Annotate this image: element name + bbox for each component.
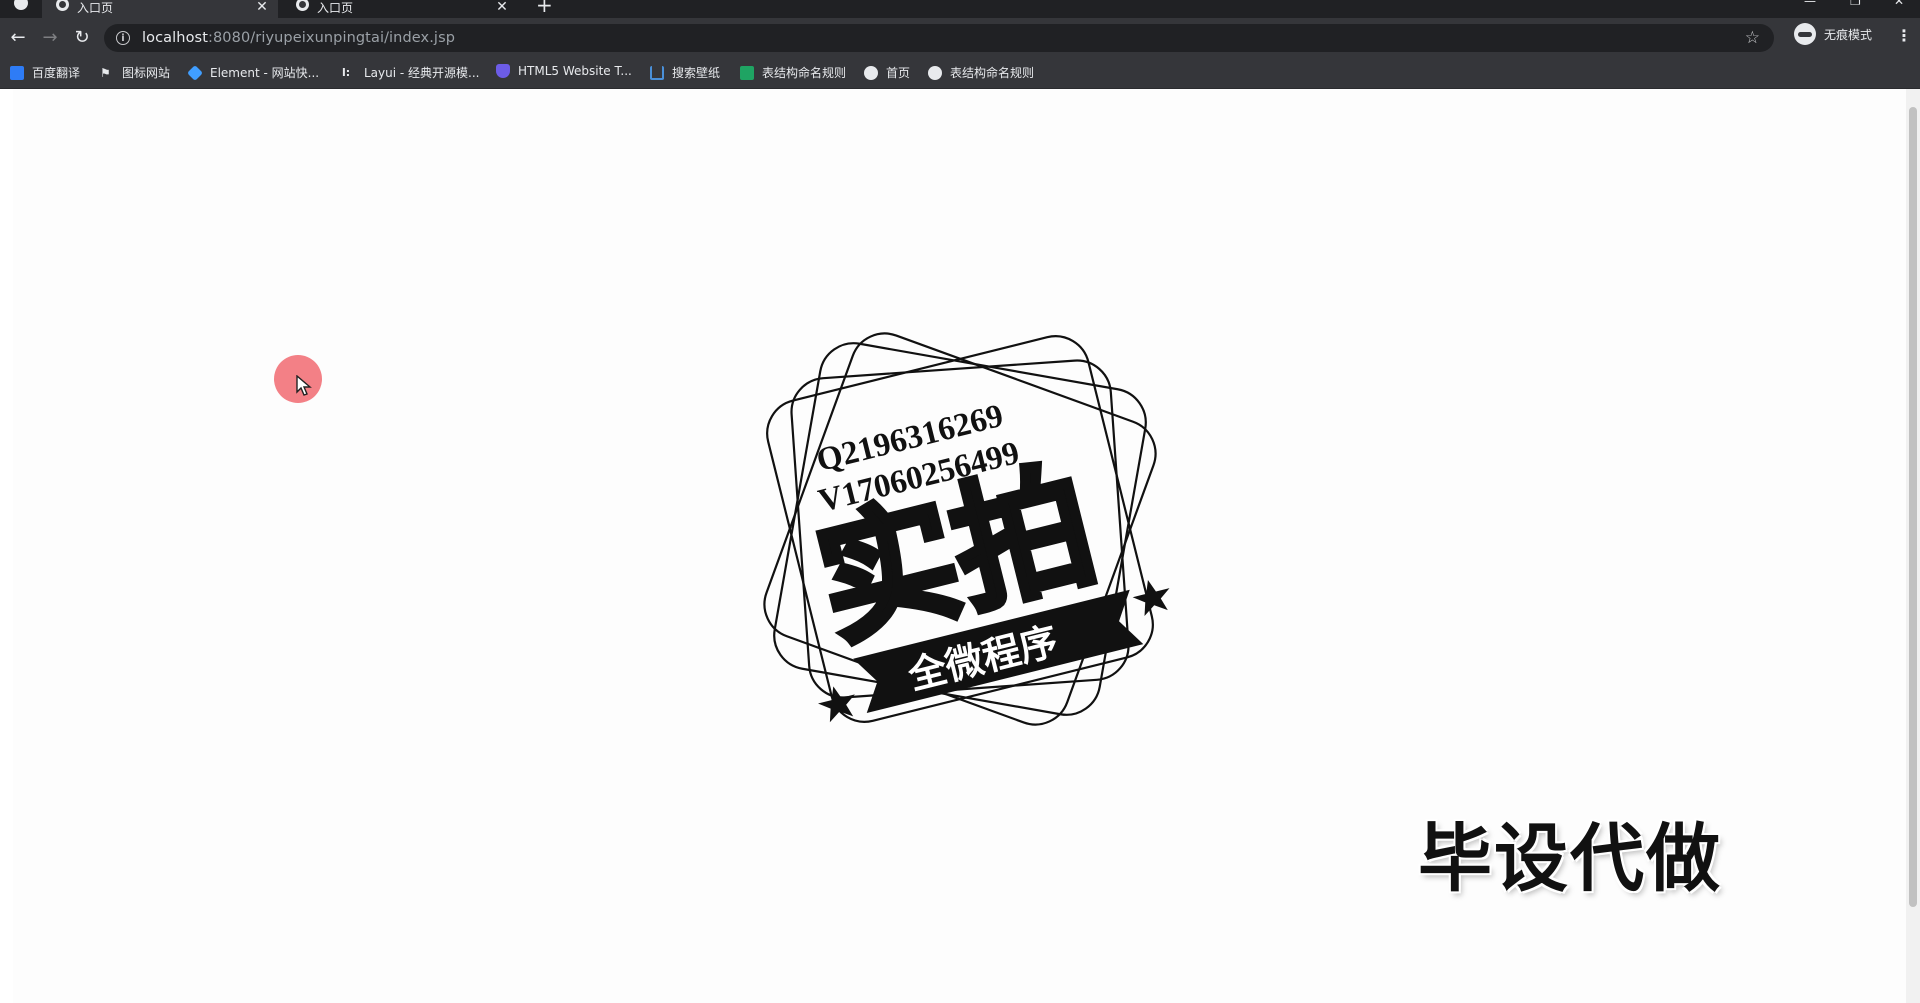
minimize-icon[interactable]: —	[1804, 0, 1816, 8]
bookmark-label: Element - 网站快...	[210, 66, 320, 80]
reload-icon[interactable]: ↻	[70, 26, 94, 50]
page-viewport: Q2196316269 V17060256499 实拍 全微程序 毕设代做	[0, 89, 1920, 1003]
bookmark-item[interactable]: ⚑ 图标网站	[100, 64, 170, 81]
close-icon[interactable]: ✕	[494, 0, 510, 15]
tab-1[interactable]: 入口页 ✕	[42, 0, 278, 18]
wallpaper-icon	[650, 65, 664, 80]
bookmark-item[interactable]: 表结构命名规则	[740, 64, 846, 81]
new-tab-button[interactable]: +	[536, 0, 553, 17]
scrollbar-thumb[interactable]	[1909, 107, 1917, 907]
bookmark-item[interactable]: 搜索壁纸	[650, 64, 720, 81]
restore-icon[interactable]: ❐	[1850, 0, 1861, 8]
window-close-icon[interactable]: ✕	[1894, 0, 1904, 8]
bookmark-label: 搜索壁纸	[672, 66, 721, 80]
page-left-edge	[0, 89, 13, 1003]
profile-button[interactable]: 无痕模式	[1794, 23, 1872, 45]
bookmark-item[interactable]: 百度翻译	[10, 64, 80, 81]
bookmark-label: 表结构命名规则	[762, 66, 847, 80]
element-hexagon-icon	[187, 64, 203, 81]
back-arrow-icon[interactable]: ←	[6, 26, 30, 50]
bookmark-item[interactable]: HTML5 Website T...	[496, 64, 632, 78]
bookmark-label: 首页	[886, 66, 911, 80]
kebab-menu-icon[interactable]: ⋮	[1896, 26, 1912, 45]
bookmark-label: 图标网站	[122, 66, 171, 80]
profile-label: 无痕模式	[1824, 27, 1873, 42]
watermark-stamp: Q2196316269 V17060256499 实拍 全微程序	[763, 332, 1170, 726]
bookmark-item[interactable]: 首页	[864, 64, 910, 81]
tab-2[interactable]: 入口页 ✕	[282, 0, 518, 18]
incognito-icon	[1794, 23, 1816, 45]
star-icon	[1132, 580, 1170, 616]
star-icon	[818, 686, 855, 723]
browser-logo-icon	[14, 0, 28, 10]
browser-toolbar: ← → ↻ i localhost:8080/riyupeixunpingtai…	[0, 18, 1920, 58]
flag-icon: ⚑	[100, 65, 111, 80]
globe-icon	[56, 0, 69, 11]
sheet-icon	[740, 65, 754, 80]
tab-title: 入口页	[317, 0, 354, 15]
globe-icon	[296, 0, 309, 11]
shield-icon	[496, 64, 510, 78]
bookmark-label: 表结构命名规则	[950, 66, 1035, 80]
watermark-text: 毕设代做	[1418, 816, 1722, 902]
close-icon[interactable]: ✕	[254, 0, 270, 15]
address-bar[interactable]: i localhost:8080/riyupeixunpingtai/index…	[104, 24, 1774, 52]
vertical-scrollbar[interactable]	[1906, 89, 1920, 1003]
url-text[interactable]: localhost:8080/riyupeixunpingtai/index.j…	[142, 30, 455, 46]
info-icon[interactable]: i	[116, 31, 130, 45]
mouse-cursor-icon	[296, 375, 312, 396]
translate-icon	[10, 65, 24, 80]
tab-strip: 入口页 ✕ 入口页 ✕ + — ❐ ✕	[0, 0, 1920, 18]
bookmark-star-icon[interactable]: ☆	[1745, 28, 1760, 48]
bookmark-item[interactable]: l: Layui - 经典开源模...	[342, 64, 479, 81]
bookmark-label: 百度翻译	[32, 66, 81, 80]
layui-icon: l:	[342, 65, 351, 79]
bookmarks-bar: 百度翻译 ⚑ 图标网站 Element - 网站快... l: Layui - …	[0, 58, 1920, 89]
tab-title: 入口页	[77, 0, 114, 15]
globe-icon	[864, 65, 878, 80]
bookmark-item[interactable]: 表结构命名规则	[928, 64, 1034, 81]
forward-arrow-icon[interactable]: →	[38, 26, 62, 50]
bookmark-item[interactable]: Element - 网站快...	[187, 64, 320, 81]
bookmark-label: HTML5 Website T...	[518, 64, 632, 78]
bookmark-label: Layui - 经典开源模...	[364, 66, 480, 80]
globe-icon	[928, 65, 942, 80]
